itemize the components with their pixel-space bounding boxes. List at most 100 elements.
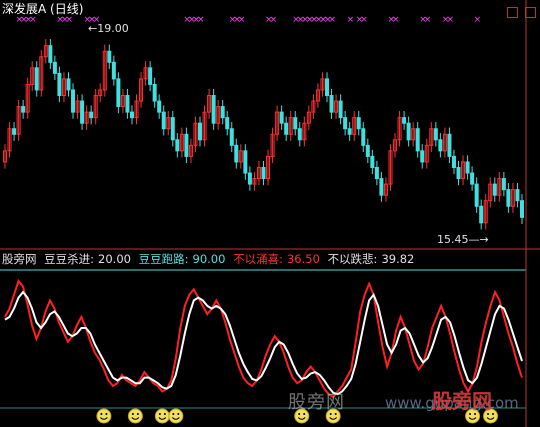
high-price-label: ←19.00 [88,22,129,36]
smiley-eye [172,413,175,415]
candle-body [12,128,17,135]
candle-body [356,117,361,130]
candle-body [21,106,26,113]
candle-body [261,166,266,180]
candle-body [402,117,407,124]
signal-marker: × [360,15,368,25]
candle-body [34,67,39,91]
candle-body [324,78,329,97]
watermark-logo: 股旁网 [432,389,492,413]
candle-body [211,95,216,124]
candle-body [470,172,475,185]
candle-body [66,78,71,91]
indicator-name: 股旁网 [2,252,37,266]
legend-d-label: 不以跌悲: [327,252,378,266]
candle-body [57,72,62,97]
signal-marker: × [197,15,205,25]
candle-body [129,111,134,119]
signal-marker: × [424,15,432,25]
signal-marker: × [270,15,278,25]
signal-marker: × [29,15,37,25]
candle-body [361,128,366,146]
candle-body [465,161,470,174]
candle-body [415,128,420,152]
low-price-value: 15.45 [437,233,469,246]
smiley-eye [131,413,134,415]
smiley-eye [163,413,166,415]
candle-body [279,111,284,124]
watermark-text: 股旁网 [288,392,345,413]
candle-body [247,172,252,185]
candle-body [506,189,511,207]
candle-body [161,111,166,130]
smiley-eye [136,413,139,415]
chart-title: 深发展A (日线) [2,2,84,16]
legend-k-label: 不以涌喜: [233,252,283,266]
smiley-eye [492,413,495,415]
smiley-eye [158,413,161,415]
candle-body [234,144,239,163]
close-button[interactable] [525,7,536,18]
candle-body [116,78,121,108]
candle-body [433,128,438,141]
candle-body [175,139,180,152]
legend-buy-value: 20.00 [98,252,131,266]
candle-body [379,178,384,196]
chart-canvas: ×××× ××× ××× ×××× ××× ×× ××××××××× × ×× ×× ×× ×× × [0,0,540,427]
signal-marker: × [65,15,73,25]
candle-body [365,144,370,157]
candle-body [374,166,379,180]
candle-body [89,111,94,119]
candle-body [184,133,189,157]
candle-body [148,67,153,85]
candle-body [125,95,130,113]
candle-body [338,100,343,119]
candle-body [111,61,116,80]
low-price-label: 15.45—→ [437,233,489,247]
candle-body [225,117,230,130]
candle-body [229,128,234,146]
low-arrow-icon: —→ [468,233,489,246]
indicator-legend: 股旁网 豆豆杀进: 20.00 豆豆跑路: 90.00 不以涌喜: 36.50 不以跌… [2,252,418,266]
window-controls[interactable] [505,3,536,22]
chart-window: { "title": "深发展A (日线)", "price_annotatio… [0,0,540,427]
candle-body [152,83,157,102]
legend-d-value: 39.82 [381,252,415,266]
candle-body [293,117,298,130]
candle-body [220,106,225,119]
signal-marker: × [329,15,337,25]
legend-sell-value: 90.00 [192,252,226,266]
smiley-icon [96,408,112,424]
candle-body [297,128,302,141]
signal-marker: × [446,15,454,25]
candle-body [492,183,497,196]
candle-body [52,61,57,74]
candle-body [520,200,524,218]
candle-body [370,155,375,168]
candle-body [170,117,175,141]
smiley-eye [177,413,180,415]
smiley-eye [100,413,103,415]
candle-body [451,155,456,168]
smiley-icon [127,408,143,424]
candle-body [243,150,248,174]
smiley-icon [154,408,170,424]
signal-marker: × [392,15,400,25]
legend-sell-label: 豆豆跑路: [138,252,189,266]
signal-marker: × [474,15,482,25]
smiley-eye [105,413,108,415]
legend-buy-label: 豆豆杀进: [44,252,95,266]
candle-body [329,95,334,113]
candle-body [474,183,479,207]
candle-body [198,122,203,141]
legend-k-value: 36.50 [286,252,320,266]
candle-body [406,122,411,141]
candle-body [420,150,425,163]
candle-body [71,89,76,113]
candle-body [447,133,452,157]
signal-marker: × [347,15,355,25]
candle-body [343,117,348,130]
candle-body [347,128,352,135]
zoom-button[interactable] [506,7,518,18]
candle-body [48,45,53,63]
